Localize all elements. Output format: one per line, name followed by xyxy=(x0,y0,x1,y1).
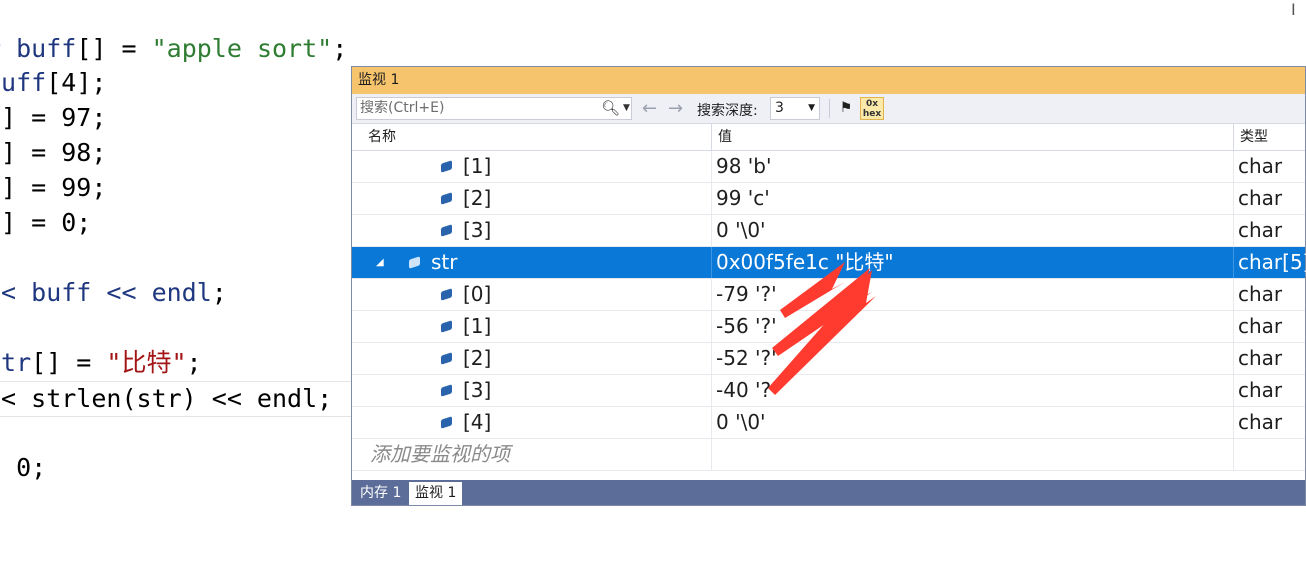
code-line-10: n 0; xyxy=(0,451,46,485)
name-cell: [1] xyxy=(362,151,712,182)
watch-title[interactable]: 监视 1 xyxy=(352,67,1305,94)
search-input[interactable]: 搜索(Ctrl+E) 🔍︎ ▼ xyxy=(356,97,632,120)
code-line-9-current: << strlen(str) << endl; xyxy=(0,381,386,417)
type-cell: char xyxy=(1238,154,1283,178)
code-line-8: str[] = "比特"; xyxy=(0,346,202,380)
search-depth-select[interactable]: 3 ▼ xyxy=(770,97,820,120)
type-cell: char xyxy=(1238,346,1283,370)
name-cell: [3] xyxy=(362,375,712,406)
watch-toolbar: 搜索(Ctrl+E) 🔍︎ ▼ ← → 搜索深度: 3 ▼ ⚑ 0x hex xyxy=(352,94,1305,124)
code-line-1: r buff[] = "apple sort"; xyxy=(0,32,347,66)
name-cell: [4] xyxy=(362,407,712,438)
field-icon xyxy=(441,192,452,205)
field-icon xyxy=(441,352,452,365)
value-cell xyxy=(712,439,1234,470)
field-icon xyxy=(441,288,452,301)
table-row[interactable]: [4] 0 '\0' char xyxy=(352,407,1305,439)
table-row-selected[interactable]: ◢ str 0x00f5fe1c "比特" char[5] xyxy=(352,247,1306,279)
search-icon[interactable]: 🔍︎ xyxy=(601,98,620,119)
code-line-4: 1] = 98; xyxy=(0,138,107,167)
add-watch-item-row[interactable]: 添加要监视的项 xyxy=(352,439,1305,471)
name-cell: ◢ str xyxy=(362,247,712,278)
type-cell: char[5] xyxy=(1238,250,1306,274)
column-header-name[interactable]: 名称 xyxy=(362,124,712,150)
type-cell: char xyxy=(1238,378,1283,402)
type-cell: char xyxy=(1238,186,1283,210)
bottom-tab-bar: 内存 1 监视 1 xyxy=(352,480,1305,505)
code-token: n xyxy=(0,453,1,482)
value-cell[interactable]: -52 '?' xyxy=(712,343,1234,374)
field-icon xyxy=(441,384,452,397)
value-cell[interactable]: 0 '\0' xyxy=(712,407,1234,438)
code-token: buff xyxy=(0,68,47,97)
field-icon xyxy=(409,256,420,269)
type-cell: char xyxy=(1238,282,1283,306)
table-row[interactable]: [2] 99 'c' char xyxy=(352,183,1305,215)
watch-rows: [1] 98 'b' char [2] 99 'c' char [3] 0 '\… xyxy=(352,151,1306,471)
value-cell[interactable]: 99 'c' xyxy=(712,183,1234,214)
table-row[interactable]: [1] -56 '?' char xyxy=(352,311,1305,343)
hex-display-button[interactable]: 0x hex xyxy=(860,97,884,120)
value-cell[interactable]: -56 '?' xyxy=(712,311,1234,342)
code-token: str xyxy=(0,348,32,377)
name-cell: [3] xyxy=(362,215,712,246)
name-cell: [1] xyxy=(362,311,712,342)
code-string: "apple sort" xyxy=(151,34,333,63)
type-cell: char xyxy=(1238,218,1283,242)
code-line-5: 2] = 99; xyxy=(0,173,107,202)
table-row[interactable]: [3] 0 '\0' char xyxy=(352,215,1305,247)
search-depth-value: 3 xyxy=(775,100,784,116)
field-icon xyxy=(441,224,452,237)
chevron-down-icon[interactable]: ▼ xyxy=(623,98,630,119)
type-cell: char xyxy=(1238,410,1283,434)
value-cell[interactable]: -79 '?' xyxy=(712,279,1234,310)
column-header-type[interactable]: 类型 xyxy=(1234,124,1306,150)
code-token: r xyxy=(0,34,16,63)
name-cell: [0] xyxy=(362,279,712,310)
search-placeholder: 搜索(Ctrl+E) xyxy=(360,100,445,116)
value-cell[interactable]: 0x00f5fe1c "比特" xyxy=(712,247,1234,278)
code-line-2: buff[4]; xyxy=(0,66,106,100)
field-icon xyxy=(441,160,452,173)
name-cell: [2] xyxy=(362,183,712,214)
chevron-down-icon: ▼ xyxy=(808,103,815,113)
field-icon xyxy=(441,416,452,429)
text-cursor-icon: I xyxy=(1291,0,1296,19)
value-cell[interactable]: 0 '\0' xyxy=(712,215,1234,246)
search-depth-label: 搜索深度: xyxy=(697,103,758,119)
column-header-row: 名称 值 类型 xyxy=(352,124,1305,151)
code-token: << buff << endl xyxy=(0,278,212,307)
column-header-value[interactable]: 值 xyxy=(712,124,1234,150)
collapse-triangle-icon[interactable]: ◢ xyxy=(376,247,384,278)
toolbar-divider xyxy=(829,99,830,118)
arrow-right-icon[interactable]: → xyxy=(668,98,683,119)
code-string: "比特" xyxy=(106,348,187,377)
filter-pin-icon[interactable]: ⚑ xyxy=(836,98,856,118)
name-cell: [2] xyxy=(362,343,712,374)
table-row[interactable]: [3] -40 '?' char xyxy=(352,375,1305,407)
arrow-left-icon[interactable]: ← xyxy=(642,98,657,119)
table-row[interactable]: [2] -52 '?' char xyxy=(352,343,1305,375)
code-token: buff xyxy=(16,34,77,63)
tab-memory-1[interactable]: 内存 1 xyxy=(354,482,407,505)
table-row[interactable]: [0] -79 '?' char xyxy=(352,279,1305,311)
code-line-7: << buff << endl; xyxy=(0,276,227,310)
type-cell: char xyxy=(1238,314,1283,338)
field-icon xyxy=(441,320,452,333)
code-line-6: 3] = 0; xyxy=(0,208,92,237)
name-cell: 添加要监视的项 xyxy=(362,439,712,470)
value-cell[interactable]: -40 '?' xyxy=(712,375,1234,406)
value-cell[interactable]: 98 'b' xyxy=(712,151,1234,182)
table-row[interactable]: [1] 98 'b' char xyxy=(352,151,1305,183)
code-line-3: 0] = 97; xyxy=(0,103,107,132)
tab-watch-1[interactable]: 监视 1 xyxy=(409,482,463,505)
watch-window[interactable]: 监视 1 搜索(Ctrl+E) 🔍︎ ▼ ← → 搜索深度: 3 ▼ ⚑ 0x h… xyxy=(351,66,1306,506)
